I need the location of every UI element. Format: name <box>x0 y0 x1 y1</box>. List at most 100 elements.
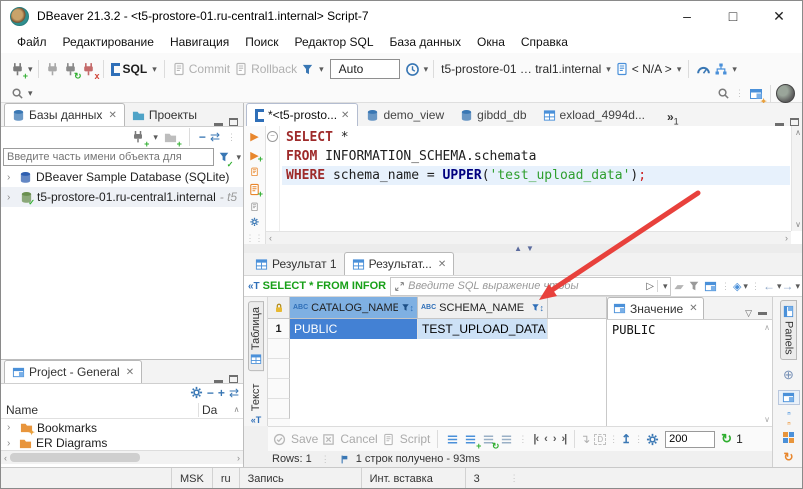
maximize-editor-icon[interactable] <box>790 118 799 126</box>
tab-value[interactable]: Значение ✕ <box>607 297 704 319</box>
execute-script-icon[interactable] <box>248 167 261 177</box>
column-name[interactable]: Name <box>1 403 198 417</box>
sql-dropdown-icon[interactable]: ▾ <box>152 64 157 75</box>
tab-close-icon[interactable]: ✕ <box>108 110 116 121</box>
commit-mode-combo[interactable]: Auto <box>330 59 400 79</box>
transaction-history-icon[interactable] <box>404 60 422 78</box>
column-filter-sort-icon[interactable]: ↕ <box>401 303 415 313</box>
expander-icon[interactable]: › <box>7 172 15 183</box>
column-header-catalog-name[interactable]: ABC CATALOG_NAME ↕ <box>290 297 418 319</box>
value-scroll-down-icon[interactable]: ∨ <box>764 415 770 424</box>
grid-corner-cell[interactable] <box>268 297 290 319</box>
nav-forward-icon[interactable]: → <box>781 279 793 293</box>
value-panel-content[interactable]: PUBLIC <box>607 320 772 340</box>
value-panel-menu-icon[interactable]: ▽ <box>745 308 752 319</box>
menu-database[interactable]: База данных <box>382 35 469 49</box>
search-icon[interactable] <box>8 85 26 103</box>
database-selector[interactable]: < N/A >▾ <box>615 62 682 76</box>
commit-button[interactable]: Commit <box>172 62 230 76</box>
editor-vscrollbar[interactable]: ∧∨ <box>791 126 803 231</box>
execute-statement-icon[interactable]: ▶ <box>250 130 258 143</box>
panels-tab[interactable]: Panels <box>780 300 797 360</box>
project-settings-gear-icon[interactable] <box>190 386 203 399</box>
next-row-icon[interactable]: › <box>553 433 556 445</box>
last-row-icon[interactable]: ›| <box>562 433 567 445</box>
tree-item-t5-prostore[interactable]: › t5-prostore-01.ru-central1.internal - … <box>1 187 243 207</box>
tab-projects[interactable]: Проекты <box>125 104 204 126</box>
filter-history-dropdown-icon[interactable]: ▾ <box>663 281 668 292</box>
close-button[interactable]: ✕ <box>756 1 802 31</box>
fetch-page-icon[interactable]: ↴ <box>580 432 590 446</box>
tasks-icon[interactable] <box>712 60 730 78</box>
column-date[interactable]: Da <box>198 403 230 417</box>
execute-script-new-tab-icon[interactable] <box>248 183 261 196</box>
fold-collapse-icon[interactable]: − <box>267 131 278 142</box>
disconnect-icon[interactable] <box>80 60 98 78</box>
clear-filter-eraser-icon[interactable]: ▰ <box>674 280 685 293</box>
rollback-button[interactable]: Rollback <box>234 62 297 76</box>
layout-dropdown-icon[interactable]: ▾ <box>743 281 748 292</box>
maximize-panel-icon[interactable] <box>229 118 238 126</box>
cell-catalog-name[interactable]: PUBLIC <box>290 319 418 339</box>
first-row-icon[interactable]: |‹ <box>533 433 538 445</box>
delete-row-icon[interactable] <box>497 430 515 448</box>
fetch-size-input[interactable] <box>665 431 715 448</box>
transaction-log-button[interactable]: ▾ <box>301 63 324 76</box>
scrollbar-thumb[interactable] <box>10 453 140 462</box>
tab-close-icon[interactable]: ✕ <box>126 367 134 378</box>
expand-filter-icon[interactable] <box>394 281 405 292</box>
grid-view-icon[interactable] <box>782 412 796 415</box>
refresh-icon[interactable]: ↻ <box>721 431 732 447</box>
tab-project-general[interactable]: Project - General ✕ <box>4 360 142 383</box>
sql-editor-button[interactable]: SQL▾ <box>111 62 157 76</box>
tab-gibdd-db[interactable]: gibdd_db <box>452 104 534 126</box>
filter-placeholder[interactable]: Введите SQL выражение чтобы <box>408 280 643 292</box>
reconnect-icon[interactable] <box>62 60 80 78</box>
layout-options-icon[interactable]: ◈ <box>733 280 741 293</box>
minimize-panel-icon[interactable] <box>214 123 223 126</box>
navigator-connection-dropdown-icon[interactable]: ▾ <box>153 132 158 143</box>
calc-view-icon[interactable] <box>782 422 796 425</box>
search-dropdown-icon[interactable]: ▾ <box>28 88 33 99</box>
tab-overflow-chevron[interactable]: »1 <box>667 110 679 126</box>
export-data-icon[interactable]: ↥ <box>621 432 631 446</box>
dashboard-icon[interactable] <box>694 60 712 78</box>
data-grid[interactable]: 1 ABC CATALOG_NAME ↕ PUBLIC <box>268 297 606 426</box>
menu-sql-editor[interactable]: Редактор SQL <box>286 35 381 49</box>
view-tab-grid[interactable]: Таблица <box>248 301 264 371</box>
value-view-icon[interactable] <box>778 390 800 405</box>
filter-expression-box[interactable]: Введите SQL выражение чтобы ▷ ▾ <box>390 277 671 296</box>
script-button[interactable]: Script <box>382 432 431 446</box>
object-filter-input[interactable] <box>3 148 214 166</box>
execute-new-tab-icon[interactable]: ▶ <box>248 149 261 161</box>
transaction-history-dropdown-icon[interactable]: ▾ <box>424 64 429 75</box>
scroll-right-icon[interactable]: › <box>785 233 788 243</box>
prev-row-icon[interactable]: ‹ <box>544 433 547 445</box>
expander-icon[interactable]: › <box>7 422 15 433</box>
editor-results-splitter[interactable]: ▲▼ <box>244 244 803 253</box>
menu-windows[interactable]: Окна <box>469 35 513 49</box>
collapse-all-icon[interactable]: − <box>199 130 206 144</box>
link-editor-icon[interactable]: ⇄ <box>229 386 239 400</box>
scroll-up-icon[interactable]: ∧ <box>230 405 243 414</box>
tab-close-icon[interactable]: ✕ <box>689 303 697 314</box>
switch-presentation-icon[interactable]: ↻ <box>783 450 793 464</box>
connect-icon[interactable] <box>44 60 62 78</box>
nav-forward-dropdown-icon[interactable]: ▾ <box>795 281 800 292</box>
explain-plan-icon[interactable] <box>248 202 261 212</box>
new-folder-icon[interactable] <box>162 128 180 146</box>
menu-help[interactable]: Справка <box>513 35 576 49</box>
connection-selector[interactable]: t5-prostore-01 … tral1.internal▾ <box>441 62 611 76</box>
menu-edit[interactable]: Редактирование <box>55 35 162 49</box>
tab-result-1[interactable]: Результат 1 <box>248 253 344 275</box>
editor-settings-gear-icon[interactable] <box>248 217 261 227</box>
apply-filter-icon[interactable]: ▷ <box>646 281 654 292</box>
scroll-left-icon[interactable]: ‹ <box>1 453 10 463</box>
collapse-all-icon[interactable]: − <box>207 386 214 400</box>
editor-hscrollbar[interactable]: ‹› <box>266 231 791 244</box>
project-hscrollbar[interactable]: ‹ › <box>1 450 243 464</box>
tree-item-bookmarks[interactable]: › Bookmarks <box>1 419 243 436</box>
fetch-all-icon[interactable]: D <box>594 434 606 445</box>
save-filter-icon[interactable] <box>704 277 718 295</box>
filters-menu-funnel-icon[interactable] <box>688 280 700 292</box>
